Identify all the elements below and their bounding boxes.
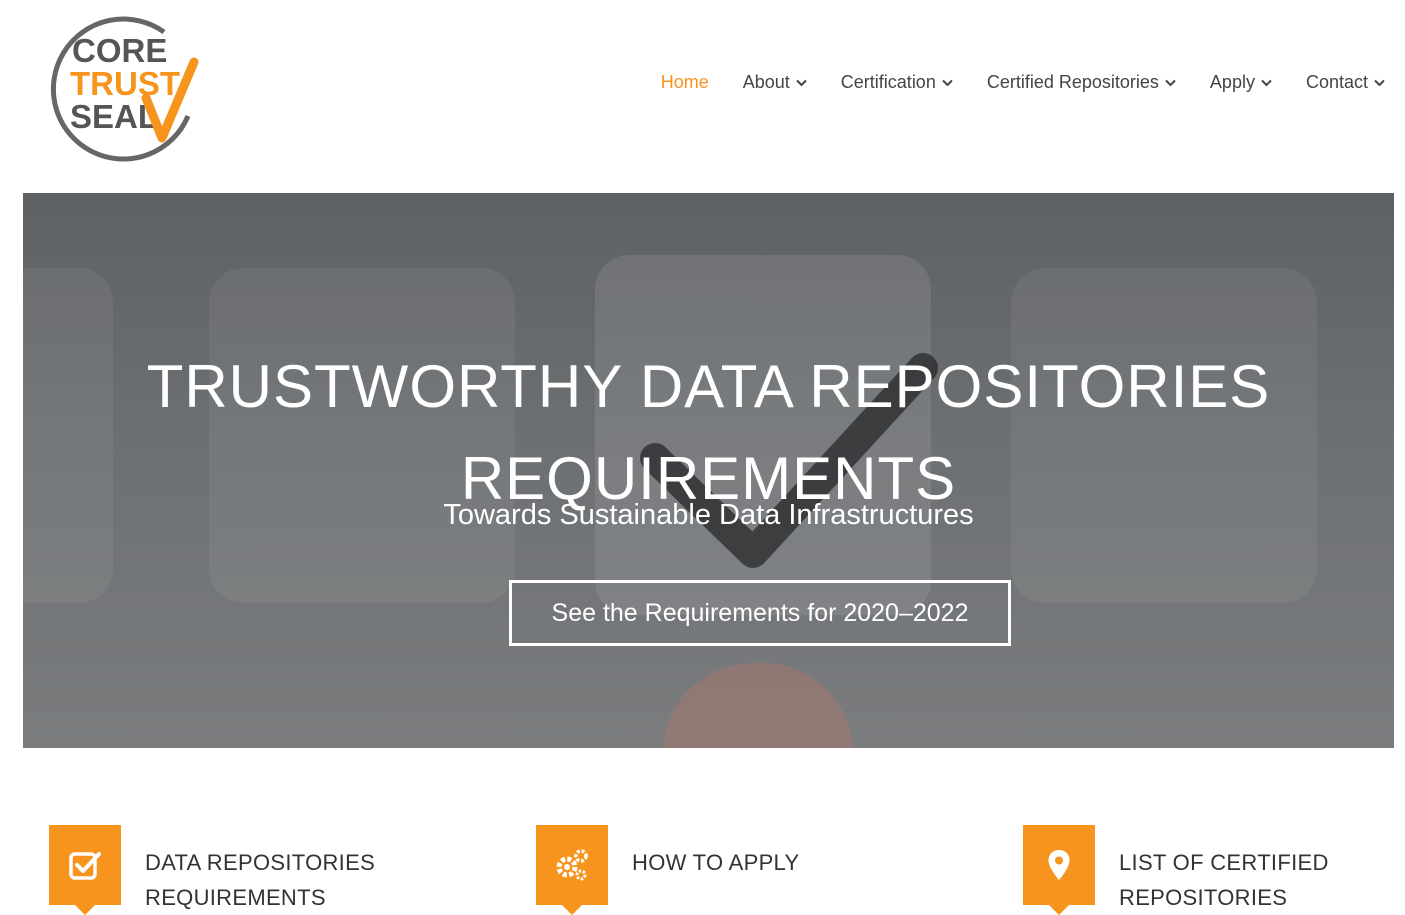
nav-item-label: Contact bbox=[1305, 72, 1368, 92]
hero-banner: TRUSTWORTHY DATA REPOSITORIES REQUIREMEN… bbox=[23, 193, 1394, 748]
hero-title: TRUSTWORTHY DATA REPOSITORIES REQUIREMEN… bbox=[23, 341, 1394, 525]
nav-item-label: About bbox=[742, 72, 790, 92]
feature-title-line-1: DATA REPOSITORIES bbox=[145, 850, 376, 875]
nav-item-contact[interactable]: Contact bbox=[1306, 72, 1385, 93]
logo-text-core: CORE bbox=[72, 32, 167, 69]
nav-item-apply[interactable]: Apply bbox=[1210, 72, 1272, 93]
hero-title-line-1: TRUSTWORTHY DATA REPOSITORIES bbox=[146, 353, 1271, 421]
feature-data-repositories-requirements[interactable]: DATA REPOSITORIES REQUIREMENTS bbox=[49, 825, 385, 915]
feature-how-to-apply[interactable]: HOW TO APPLY bbox=[536, 825, 872, 915]
nav-item-certified-repositories[interactable]: Certified Repositories bbox=[987, 72, 1176, 93]
gears-icon bbox=[556, 849, 588, 881]
feature-title: HOW TO APPLY bbox=[632, 845, 872, 905]
feature-title: DATA REPOSITORIES REQUIREMENTS bbox=[145, 845, 385, 915]
chevron-down-icon bbox=[1374, 79, 1385, 87]
chevron-down-icon bbox=[1261, 79, 1272, 87]
feature-title-line-1: LIST OF CERTIFIED bbox=[1119, 850, 1329, 875]
nav-item-about[interactable]: About bbox=[743, 72, 807, 93]
nav-item-label: Certified Repositories bbox=[986, 72, 1159, 92]
chevron-down-icon bbox=[796, 79, 807, 87]
feature-title: LIST OF CERTIFIED REPOSITORIES bbox=[1119, 845, 1359, 915]
hero-subtitle: Towards Sustainable Data Infrastructures bbox=[443, 499, 974, 531]
feature-title-line-2: REPOSITORIES bbox=[1119, 885, 1288, 910]
feature-title-line-2: REQUIREMENTS bbox=[145, 885, 326, 910]
check-square-icon bbox=[69, 852, 101, 880]
chevron-down-icon bbox=[1165, 79, 1176, 87]
core-trust-seal-logo: CORE TRUST SEAL bbox=[50, 16, 199, 162]
feature-list-of-certified-repositories[interactable]: LIST OF CERTIFIED REPOSITORIES bbox=[1023, 825, 1359, 915]
see-requirements-button[interactable]: See the Requirements for 2020–2022 bbox=[509, 580, 1011, 646]
nav-item-label: Certification bbox=[840, 72, 936, 92]
main-nav: Home About Certification Certified Repos… bbox=[627, 72, 1385, 93]
feature-icon-box bbox=[49, 825, 121, 915]
nav-item-label: Apply bbox=[1209, 72, 1255, 92]
site-logo[interactable]: CORE TRUST SEAL bbox=[46, 6, 202, 162]
nav-item-home[interactable]: Home bbox=[661, 72, 709, 93]
feature-icon-box bbox=[536, 825, 608, 915]
map-marker-icon bbox=[1048, 850, 1070, 880]
feature-title-line-1: HOW TO APPLY bbox=[632, 850, 800, 875]
nav-item-label: Home bbox=[660, 72, 709, 92]
feature-icon-box bbox=[1023, 825, 1095, 915]
nav-item-certification[interactable]: Certification bbox=[841, 72, 953, 93]
logo-text-trust: TRUST bbox=[70, 65, 180, 102]
chevron-down-icon bbox=[942, 79, 953, 87]
